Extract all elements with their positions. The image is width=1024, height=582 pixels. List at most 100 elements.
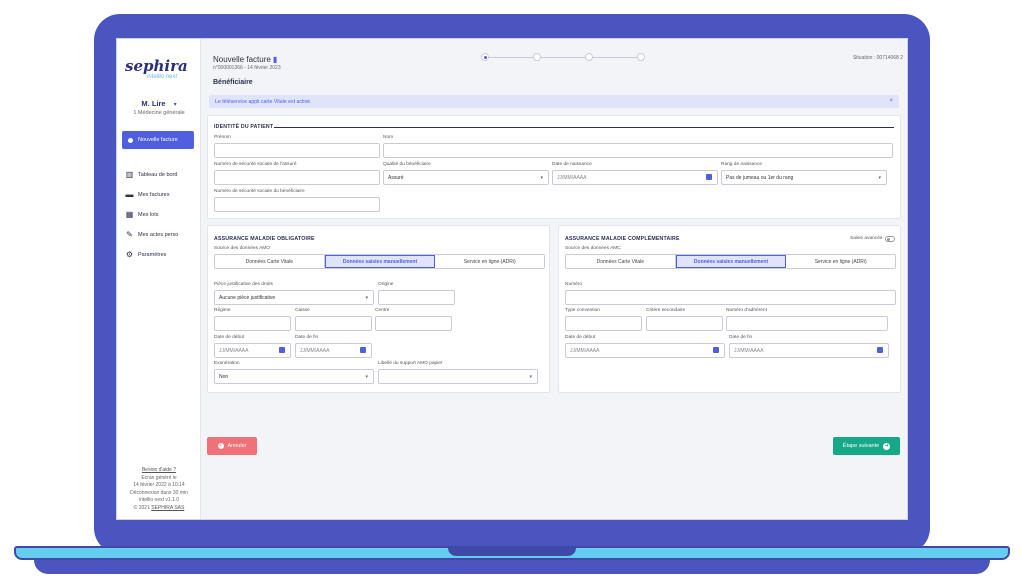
regime-input[interactable] [214, 316, 291, 331]
document-icon: ▮ [272, 55, 278, 64]
chevron-down-icon: ▾ [529, 373, 532, 380]
user-name: M. Lire [141, 99, 166, 108]
screen-generated: Ecran généré le [141, 474, 177, 481]
sidebar-item-label: Paramètres [138, 252, 167, 258]
step-3[interactable] [585, 53, 593, 61]
chevron-down-icon: ▾ [878, 174, 881, 181]
card-divider [274, 127, 894, 128]
nom-label: Nom [383, 135, 394, 140]
patient-card: IDENTITÉ DU PATIENT Prénom Nom Numéro de… [207, 115, 901, 219]
amc-source-manual[interactable]: Données saisies manuellement [675, 255, 787, 268]
invoice-number: n°000001366 - 14 février 2023 [213, 65, 281, 71]
sidebar-item-invoices[interactable]: ▬ Mes factures [125, 185, 178, 205]
amo-date-debut-input[interactable]: JJ/MM/AAAA [214, 343, 291, 358]
card-title: ASSURANCE MALADIE OBLIGATOIRE [214, 236, 315, 242]
amo-date-fin-input[interactable]: JJ/MM/AAAA [295, 343, 372, 358]
origine-label: Origine [378, 282, 394, 287]
adherent-input[interactable] [726, 316, 888, 331]
nss-benef-input[interactable] [214, 197, 380, 212]
amc-source-card[interactable]: Données Carte Vitale [566, 255, 676, 268]
amc-source-toggle: Données Carte Vitale Données saisies man… [565, 254, 896, 269]
arrow-right-icon: ➜ [883, 442, 891, 450]
chart-icon: ▥ [125, 170, 134, 179]
new-invoice-button[interactable]: Nouvelle facture [122, 131, 194, 149]
calendar-icon[interactable] [360, 347, 366, 353]
numero-label: Numéro [565, 282, 583, 287]
qualite-select[interactable]: Assuré ▾ [383, 170, 549, 185]
page-title: Nouvelle facture ▮ [213, 55, 278, 64]
caisse-input[interactable] [295, 316, 372, 331]
amo-source-card[interactable]: Données Carte Vitale [215, 255, 325, 268]
regime-label: Régime [214, 308, 231, 313]
amc-date-fin-input[interactable]: JJ/MM/AAAA [729, 343, 889, 358]
next-step-button[interactable]: Étape suivante ➜ [833, 437, 900, 455]
company-link[interactable]: SEPHIRA SAS [151, 505, 184, 511]
laptop-base-bottom [34, 560, 990, 574]
copyright: © 2021 SEPHIRA SAS [133, 504, 185, 511]
sidebar-footer: Besoin d'aide ? Ecran généré le 14 févri… [117, 467, 201, 512]
calendar-icon[interactable] [877, 347, 883, 353]
rang-select[interactable]: Pas de jumeau ou 1er du rang ▾ [721, 170, 887, 185]
exoneration-label: Exonération [214, 361, 240, 366]
pen-icon: ✎ [126, 230, 133, 239]
amc-date-debut-input[interactable]: JJ/MM/AAAA [565, 343, 725, 358]
step-2[interactable] [533, 53, 541, 61]
libelle-select[interactable]: ▾ [378, 369, 538, 384]
caisse-label: Caisse [295, 308, 310, 313]
sidebar-item-label: Mes actes perso [138, 232, 179, 238]
sidebar-item-label: Tableau de bord [138, 172, 178, 178]
next-label: Étape suivante [842, 443, 880, 449]
nss-benef-label: Numéro de sécurité sociale du bénéficiai… [214, 189, 305, 194]
advanced-toggle[interactable] [885, 236, 895, 242]
cancel-label: Annuler [227, 443, 247, 449]
close-icon: × [217, 443, 224, 449]
card-title: ASSURANCE MALADIE COMPLÉMENTAIRE [565, 236, 680, 242]
type-convention-input[interactable] [565, 316, 642, 331]
sidebar-item-acts[interactable]: ✎ Mes actes perso [125, 225, 178, 245]
critere-input[interactable] [646, 316, 723, 331]
stepper-line [489, 57, 643, 58]
chevron-down-icon: ▾ [365, 294, 368, 301]
piece-select[interactable]: Aucune pièce justificative ▾ [214, 290, 374, 305]
chevron-down-icon: ▾ [540, 174, 543, 181]
nss-assure-label: Numéro de sécurité sociale de l'assuré [214, 162, 297, 167]
nss-assure-input[interactable] [214, 170, 380, 185]
sidebar-item-dashboard[interactable]: ▥ Tableau de bord [125, 165, 178, 185]
calendar-icon[interactable] [713, 347, 719, 353]
amc-source-label: Source des données AMC [565, 246, 621, 251]
amo-source-manual[interactable]: Données saisies manuellement [324, 255, 436, 268]
situation-code: Situation : 00714068 2 [852, 55, 903, 61]
amo-source-online[interactable]: Service en ligne (ADRi) [435, 255, 544, 268]
adherent-label: Numéro d'adhérent [726, 308, 767, 313]
amc-card: ASSURANCE MALADIE COMPLÉMENTAIRE Saisie … [558, 225, 901, 393]
centre-label: Centre [375, 308, 390, 313]
app-screen: sephira intellio next M. Lire ▾ 1 Médecin… [116, 38, 908, 520]
nom-input[interactable] [383, 143, 893, 158]
chevron-down-icon: ▾ [365, 373, 368, 380]
origine-input[interactable] [378, 290, 455, 305]
amc-source-online[interactable]: Service en ligne (ADRi) [786, 255, 895, 268]
calendar-icon[interactable] [279, 347, 285, 353]
main-content: Nouvelle facture ▮ n°000001366 - 14 févri… [207, 39, 907, 519]
centre-input[interactable] [375, 316, 452, 331]
sephira-logo[interactable]: sephira intellio next [125, 57, 195, 87]
user-role: 1 Médecine générale [133, 110, 185, 116]
user-menu[interactable]: M. Lire ▾ 1 Médecine générale [117, 99, 201, 116]
close-icon[interactable]: × [889, 98, 893, 104]
gear-icon: ⚙ [125, 250, 134, 259]
prenom-input[interactable] [214, 143, 380, 158]
cancel-button[interactable]: × Annuler [207, 437, 257, 455]
exoneration-select[interactable]: Non ▾ [214, 369, 374, 384]
step-4[interactable] [637, 53, 645, 61]
amo-source-label: Source des données AMO [214, 246, 270, 251]
info-alert: Le téléservice appli carte Vitale est ac… [209, 95, 899, 108]
amc-date-fin-label: Date de fin [729, 335, 753, 340]
sidebar-item-lots[interactable]: ▦ Mes lots [125, 205, 178, 225]
calendar-icon[interactable] [706, 174, 712, 180]
date-naissance-input[interactable]: JJ/MM/AAAA [552, 170, 718, 185]
sidebar-item-settings[interactable]: ⚙ Paramètres [125, 245, 178, 265]
help-link[interactable]: Besoin d'aide ? [117, 467, 201, 475]
step-1[interactable] [481, 53, 489, 61]
amo-date-debut-label: Date de début [214, 335, 245, 340]
numero-input[interactable] [565, 290, 896, 305]
